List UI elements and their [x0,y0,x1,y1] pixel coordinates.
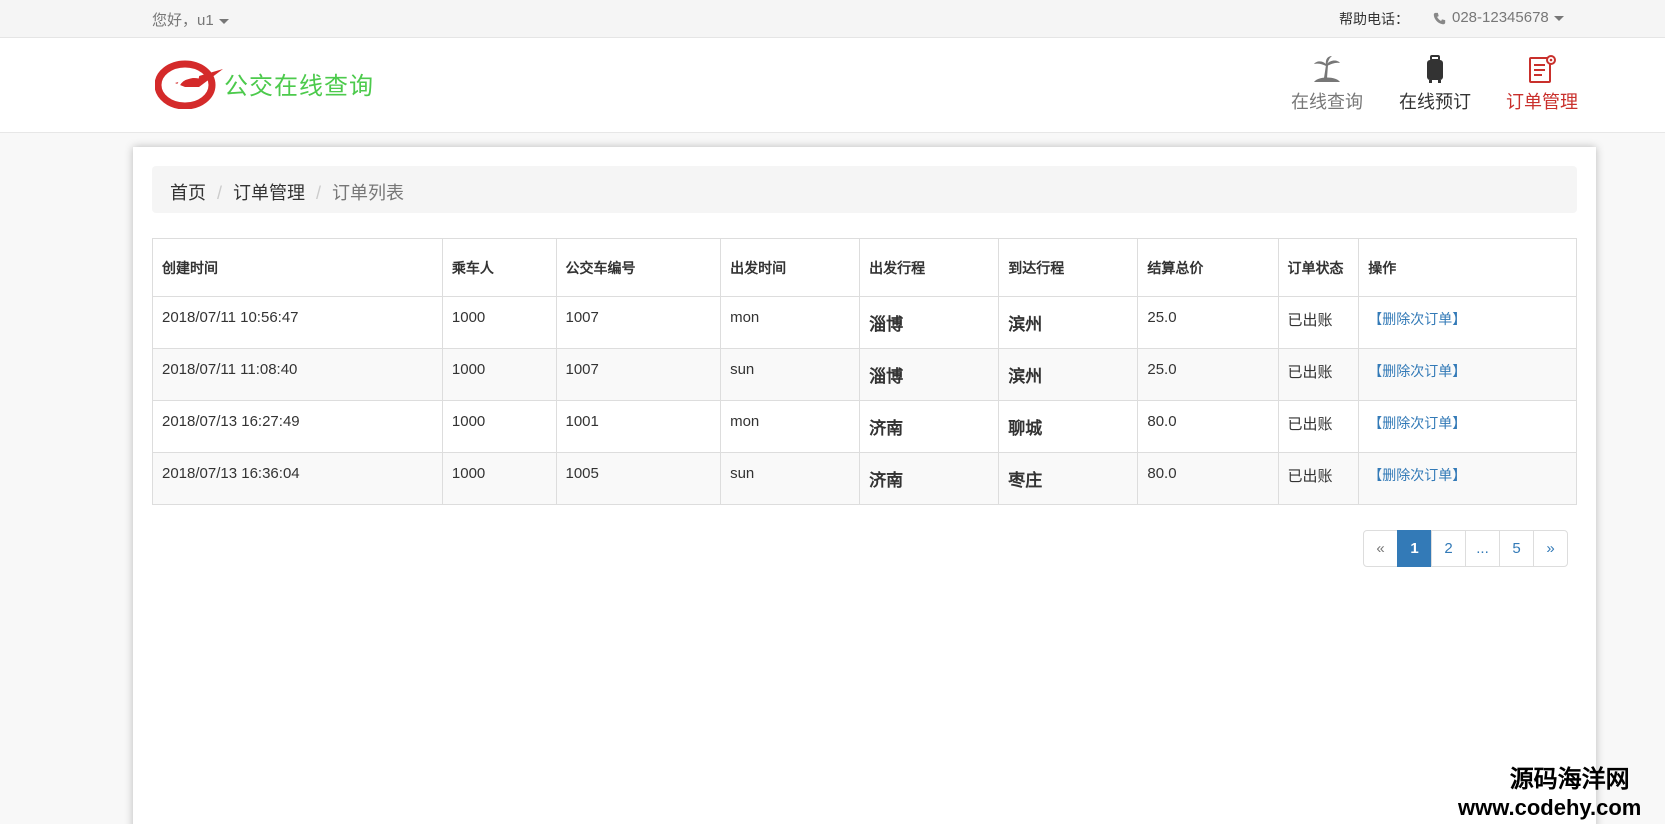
nav-label: 订单管理 [1506,92,1578,112]
nav-online-query[interactable]: 在线查询 [1290,54,1364,114]
phone-dropdown[interactable]: 028-12345678 [1433,9,1564,26]
cell-passenger: 1000 [441,400,557,453]
user-greeting-dropdown[interactable]: 您好，u1 [152,9,229,30]
nav-label: 在线查询 [1291,92,1363,112]
caret-down-icon [218,18,229,24]
cell-created: 2018/07/13 16:27:49 [152,400,443,453]
top-bar: 您好，u1 帮助电话： 028-12345678 [0,0,1665,38]
breadcrumb-current: 订单列表 [332,183,405,203]
cell-created: 2018/07/11 11:08:40 [152,348,443,401]
column-header: 到达行程 [998,238,1139,297]
nav-label: 在线预订 [1399,92,1471,112]
page-ellipsis: ... [1465,530,1500,567]
column-header: 创建时间 [152,238,443,297]
user-greeting: 您好，u1 [152,12,214,29]
help-phone-label: 帮助电话： [1339,11,1409,27]
nav-online-booking[interactable]: 在线预订 [1398,54,1472,114]
cell-bus-no: 1005 [555,452,722,505]
cell-status: 已出账 [1277,452,1360,505]
phone-number: 028-12345678 [1452,9,1549,26]
cell-passenger: 1000 [441,452,557,505]
breadcrumb: 首页 / 订单管理 / 订单列表 [152,166,1577,213]
cell-from: 济南 [859,452,1000,505]
cell-passenger: 1000 [441,348,557,401]
column-header: 结算总价 [1137,238,1279,297]
cell-created: 2018/07/13 16:36:04 [152,452,443,505]
page-prev-button[interactable]: « [1363,530,1398,567]
table-row: 2018/07/11 11:08:40 1000 1007 sun 淄博 滨州 … [152,348,1577,401]
page-button[interactable]: 2 [1431,530,1466,567]
cell-status: 已出账 [1277,400,1360,453]
cell-to: 滨州 [998,296,1139,349]
order-settings-icon [1529,55,1556,83]
cell-total: 25.0 [1137,348,1279,401]
cell-status: 已出账 [1277,348,1360,401]
cell-status: 已出账 [1277,296,1360,349]
cell-depart-time: mon [720,296,861,349]
content-panel: 首页 / 订单管理 / 订单列表 创建时间 乘车人 公交车编号 出发时间 出发行程 到达… [133,147,1596,824]
table-row: 2018/07/13 16:27:49 1000 1001 mon 济南 聊城 … [152,400,1577,453]
page-next-button[interactable]: » [1533,530,1568,567]
breadcrumb-separator: / [316,183,322,203]
caret-down-icon [1553,15,1564,21]
column-header: 公交车编号 [555,238,722,297]
cell-total: 80.0 [1137,452,1279,505]
cell-from: 淄博 [859,348,1000,401]
cell-created: 2018/07/11 10:56:47 [152,296,443,349]
table-header-row: 创建时间 乘车人 公交车编号 出发时间 出发行程 到达行程 结算总价 订单状态 … [152,238,1577,297]
nav-order-management[interactable]: 订单管理 [1505,54,1579,114]
watermark-title: 源码海洋网 [1509,766,1630,793]
breadcrumb-separator: / [217,183,223,203]
luggage-icon [1427,55,1443,83]
palm-island-icon [1314,56,1340,82]
table-row: 2018/07/13 16:36:04 1000 1005 sun 济南 枣庄 … [152,452,1577,505]
watermark: 源码海洋网 www.codehy.com [1458,766,1641,822]
logo-icon [155,60,223,109]
column-header: 乘车人 [441,238,557,297]
delete-order-link[interactable]: 【删除次订单】 [1368,415,1466,431]
cell-from: 淄博 [859,296,1000,349]
cell-total: 25.0 [1137,296,1279,349]
logo-text: 公交在线查询 [224,72,374,100]
cell-depart-time: sun [720,452,861,505]
column-header: 出发行程 [859,238,1000,297]
column-header: 操作 [1358,238,1577,297]
cell-passenger: 1000 [441,296,557,349]
cell-depart-time: sun [720,348,861,401]
cell-to: 聊城 [998,400,1139,453]
cell-action: 【删除次订单】 [1358,296,1577,349]
delete-order-link[interactable]: 【删除次订单】 [1368,311,1466,327]
cell-from: 济南 [859,400,1000,453]
breadcrumb-order-management[interactable]: 订单管理 [233,183,305,203]
site-header: 公交在线查询 在线查询 在线预订 订单管理 [0,38,1665,133]
delete-order-link[interactable]: 【删除次订单】 [1368,363,1466,379]
cell-action: 【删除次订单】 [1358,452,1577,505]
cell-bus-no: 1007 [555,348,722,401]
column-header: 出发时间 [720,238,861,297]
cell-to: 滨州 [998,348,1139,401]
page-button[interactable]: 1 [1397,530,1432,567]
column-header: 订单状态 [1277,238,1360,297]
watermark-url: www.codehy.com [1458,795,1642,820]
table-row: 2018/07/11 10:56:47 1000 1007 mon 淄博 滨州 … [152,296,1577,349]
cell-depart-time: mon [720,400,861,453]
pagination: « 1 2 ... 5 » [1363,530,1568,567]
cell-to: 枣庄 [998,452,1139,505]
phone-icon [1433,12,1446,24]
cell-total: 80.0 [1137,400,1279,453]
orders-table: 创建时间 乘车人 公交车编号 出发时间 出发行程 到达行程 结算总价 订单状态 … [152,238,1577,505]
cell-bus-no: 1007 [555,296,722,349]
cell-action: 【删除次订单】 [1358,348,1577,401]
breadcrumb-home[interactable]: 首页 [170,183,206,203]
page-button[interactable]: 5 [1499,530,1534,567]
delete-order-link[interactable]: 【删除次订单】 [1368,467,1466,483]
cell-action: 【删除次订单】 [1358,400,1577,453]
cell-bus-no: 1001 [555,400,722,453]
